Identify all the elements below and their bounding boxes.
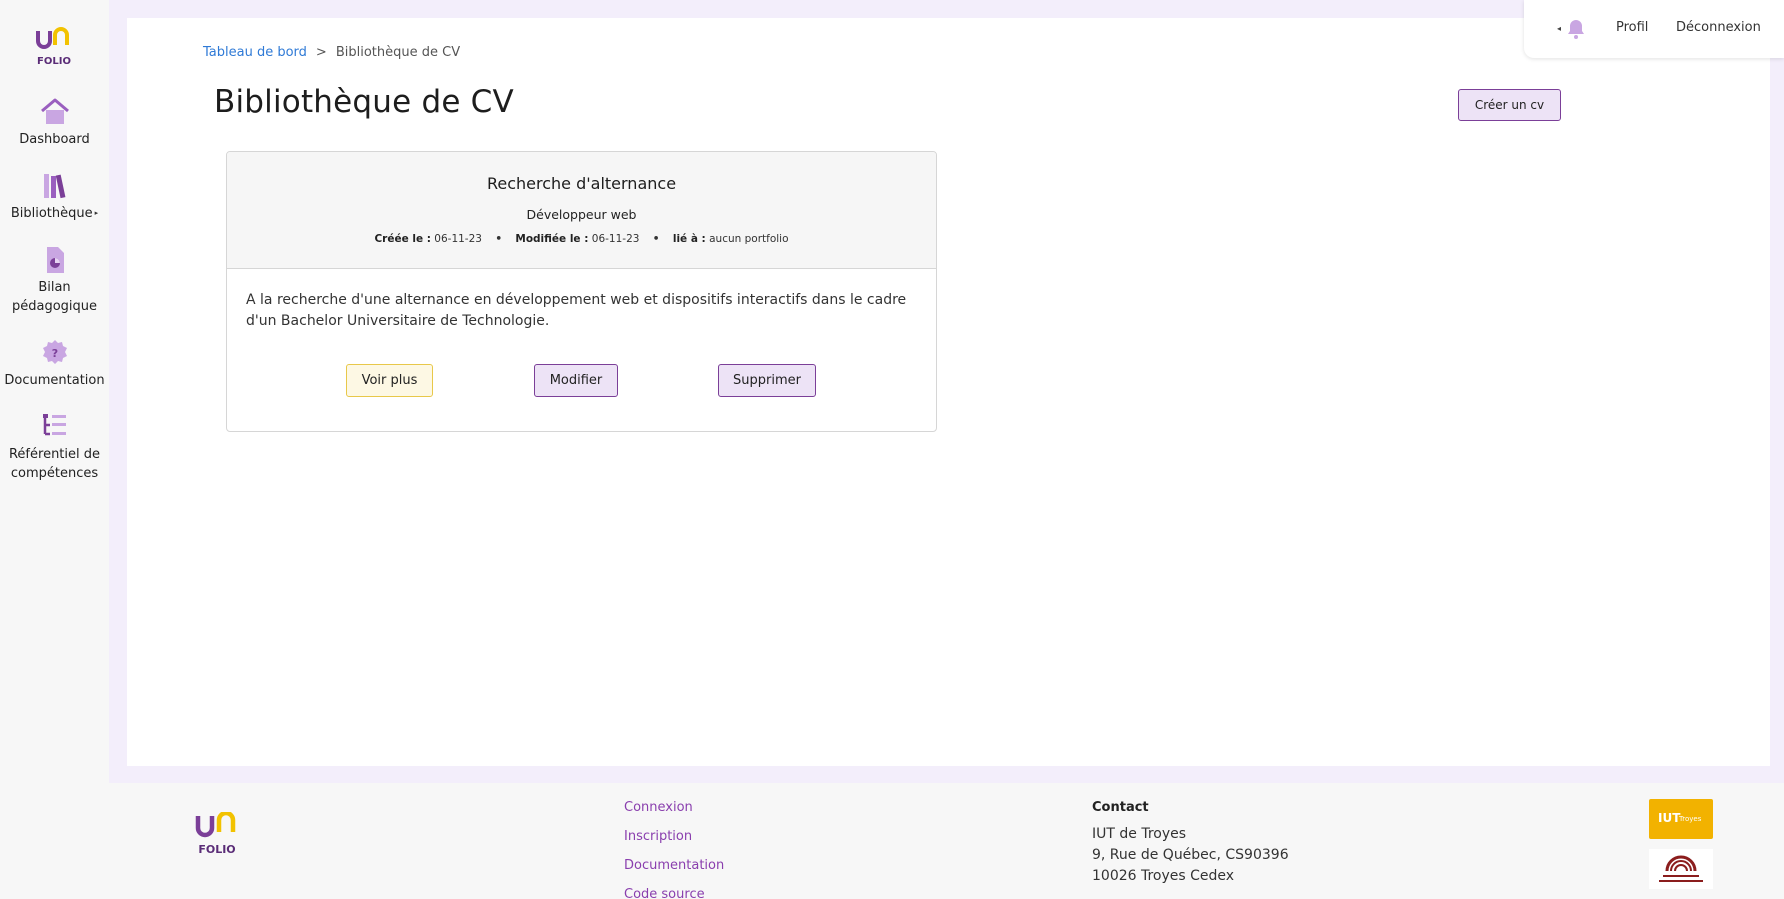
main-content: Tableau de bord > Bibliothèque de CV Bibli…	[127, 18, 1770, 766]
footer-link-documentation[interactable]: Documentation	[624, 858, 724, 873]
sidebar-item-label: Référentiel de	[8, 447, 101, 462]
created-value: 06-11-23	[434, 233, 482, 245]
sidebar-item-label: compétences	[10, 466, 99, 481]
logout-link[interactable]: Déconnexion	[1676, 20, 1761, 35]
meta-separator: •	[495, 233, 503, 245]
tree-list-icon	[42, 414, 66, 436]
sidebar-item-bilan-pedagogique[interactable]: Bilan pédagogique	[0, 244, 109, 316]
delete-button[interactable]: Supprimer	[718, 364, 816, 397]
svg-text:?: ?	[51, 347, 57, 360]
page-title: Bibliothèque de CV	[214, 84, 514, 120]
iut-logo-subtext: Troyes	[1679, 815, 1702, 823]
iut-troyes-logo[interactable]: IUT Troyes	[1649, 799, 1713, 839]
cv-subtitle: Développeur web	[526, 207, 637, 222]
cv-meta: Créée le : 06-11-23 • Modifiée le : 06-1…	[227, 233, 936, 245]
view-more-button[interactable]: Voir plus	[346, 364, 433, 397]
footer-contact-line: IUT de Troyes	[1092, 826, 1187, 842]
caret-right-icon: ▸	[94, 209, 99, 217]
sidebar-item-label: Bibliothèque	[10, 206, 93, 221]
sidebar-item-label: pédagogique	[11, 299, 98, 314]
user-menu: ◂ Profil Déconnexion	[1524, 0, 1784, 58]
footer-contact-line: 10026 Troyes Cedex	[1092, 868, 1235, 884]
svg-text:FOLIO: FOLIO	[37, 56, 71, 67]
library-icon	[43, 174, 65, 199]
universite-reims-logo[interactable]	[1649, 849, 1713, 889]
breadcrumb: Tableau de bord > Bibliothèque de CV	[203, 45, 460, 60]
cv-card: Recherche d'alternance Développeur web C…	[226, 151, 937, 432]
help-icon: ?	[42, 340, 67, 364]
sidebar-item-documentation[interactable]: ? Documentation	[0, 337, 109, 390]
sidebar-item-label: Bilan	[38, 280, 71, 295]
breadcrumb-separator: >	[315, 45, 327, 60]
unifolio-footer-logo: FOLIO	[195, 812, 236, 856]
caret-left-icon[interactable]: ◂	[1557, 24, 1561, 33]
cv-title: Recherche d'alternance	[486, 174, 677, 193]
report-icon	[46, 247, 64, 273]
linked-value: aucun portfolio	[709, 233, 789, 245]
profile-link[interactable]: Profil	[1616, 20, 1648, 35]
edit-button[interactable]: Modifier	[534, 364, 618, 397]
unifolio-logo[interactable]: FOLIO	[34, 27, 74, 67]
modified-label: Modifiée le :	[515, 233, 589, 245]
breadcrumb-link-dashboard[interactable]: Tableau de bord	[203, 45, 307, 60]
sidebar-item-label: Documentation	[4, 373, 105, 388]
footer-link-inscription[interactable]: Inscription	[624, 829, 692, 844]
home-icon	[40, 98, 69, 124]
sidebar-item-bibliotheque[interactable]: Bibliothèque ▸	[0, 170, 109, 223]
footer-link-code-source[interactable]: Code source	[624, 887, 705, 899]
svg-text:FOLIO: FOLIO	[198, 843, 235, 856]
cv-description: A la recherche d'une alternance en dével…	[246, 292, 907, 329]
footer: FOLIO Connexion Inscription Documentatio…	[109, 783, 1784, 899]
create-cv-button[interactable]: Créer un cv	[1458, 89, 1561, 121]
sidebar-item-dashboard[interactable]: Dashboard	[0, 96, 109, 149]
footer-contact-line: 9, Rue de Québec, CS90396	[1092, 847, 1289, 863]
bell-icon[interactable]	[1566, 18, 1586, 40]
footer-link-connexion[interactable]: Connexion	[624, 800, 693, 815]
linked-label: lié à :	[672, 233, 706, 245]
sidebar-item-referentiel[interactable]: Référentiel de compétences	[0, 411, 109, 483]
modified-value: 06-11-23	[591, 233, 640, 245]
breadcrumb-current: Bibliothèque de CV	[335, 45, 461, 60]
created-label: Créée le :	[374, 233, 431, 245]
footer-contact-heading: Contact	[1092, 800, 1149, 815]
meta-separator: •	[652, 233, 660, 245]
cv-card-header: Recherche d'alternance Développeur web C…	[227, 152, 936, 269]
sidebar: FOLIO Dashboard Bibliothèque ▸ Bilan pédag…	[0, 0, 109, 899]
iut-logo-text: IUT	[1658, 811, 1681, 825]
sidebar-item-label: Dashboard	[19, 132, 90, 147]
